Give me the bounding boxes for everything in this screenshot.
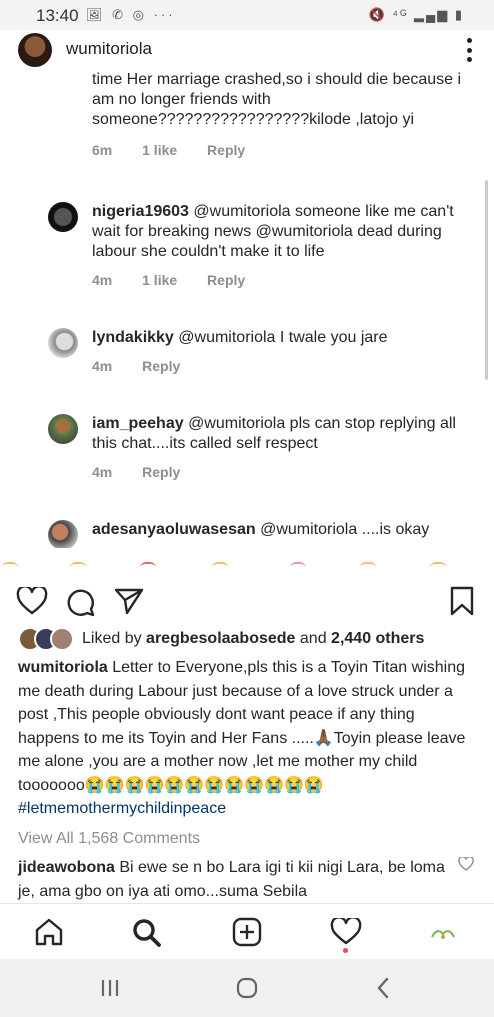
likes-count[interactable]: 2,440 others [331, 630, 424, 647]
comment-username[interactable]: jideawobona [18, 859, 115, 876]
system-navigation-bar [0, 959, 494, 1017]
scrollbar[interactable] [485, 180, 488, 380]
status-time: 13:40 [36, 6, 79, 25]
comment-meta: 4m 1 like Reply [92, 272, 472, 288]
profile-icon[interactable] [430, 922, 456, 944]
comment-time: 4m [92, 464, 113, 480]
reply-button[interactable]: Reply [142, 358, 180, 374]
home-button-icon[interactable] [236, 977, 258, 999]
preview-comment: jideawobona Bi ewe se n bo Lara igi ti k… [18, 856, 448, 904]
liked-by-username[interactable]: aregbesolaabosede [146, 630, 295, 647]
search-icon[interactable] [132, 918, 162, 948]
comment-text: nigeria19603 @wumitoriola someone like m… [92, 202, 472, 262]
comment-body: @wumitoriola ....is okay [260, 521, 430, 538]
reply-button[interactable]: Reply [207, 142, 245, 158]
comment-text: adesanyaoluwasesan @wumitoriola ....is o… [92, 520, 472, 540]
comment-item: nigeria19603 @wumitoriola someone like m… [92, 202, 472, 288]
comment-text: lyndakikky @wumitoriola I twale you jare [92, 328, 472, 348]
caption-username[interactable]: wumitoriola [18, 659, 108, 676]
comment-body: @wumitoriola I twale you jare [178, 329, 388, 346]
avatar[interactable] [48, 520, 78, 548]
emoji-reaction-strip[interactable] [0, 548, 494, 578]
recent-apps-icon[interactable] [100, 979, 120, 997]
avatar [50, 627, 74, 651]
post-caption: wumitoriola Letter to Everyone,pls this … [18, 656, 480, 821]
comment-time: 4m [92, 272, 113, 288]
notification-icons: 🖼 ✆ ◎ ··· [86, 7, 176, 22]
reply-button[interactable]: Reply [142, 464, 180, 480]
new-post-icon[interactable] [232, 917, 262, 947]
comment-meta: 4m Reply [92, 358, 472, 374]
system-icons: 🔇 ⁴ᴳ ▂▄▆ ▮ [368, 7, 464, 22]
comment-likes[interactable]: 1 like [142, 272, 177, 288]
comment-time: 6m [92, 142, 113, 158]
like-heart-icon[interactable] [16, 587, 48, 615]
avatar[interactable] [48, 414, 78, 444]
avatar[interactable] [48, 202, 78, 232]
comment-username[interactable]: nigeria19603 [92, 203, 189, 220]
activity-heart-icon[interactable] [330, 918, 362, 946]
caption-hashtag[interactable]: #letmemothermychildinpeace [18, 800, 226, 817]
post-actions [0, 580, 494, 620]
comment-meta: 6m 1 like Reply [92, 142, 472, 158]
post-header: wumitoriola [0, 30, 494, 70]
comment-text: time Her marriage crashed,so i should di… [92, 71, 462, 128]
more-notifications-icon: ··· [153, 7, 176, 22]
bookmark-icon[interactable] [450, 586, 474, 616]
comment-username[interactable]: iam_peehay [92, 415, 184, 432]
comment-username[interactable]: adesanyaoluwasesan [92, 521, 256, 538]
more-options-icon[interactable] [466, 38, 472, 62]
comments-list[interactable]: time Her marriage crashed,so i should di… [0, 70, 494, 548]
comment-item: time Her marriage crashed,so i should di… [92, 70, 472, 158]
comment-item: lyndakikky @wumitoriola I twale you jare… [92, 328, 472, 374]
status-bar: 13:40 🖼 ✆ ◎ ··· 🔇 ⁴ᴳ ▂▄▆ ▮ [0, 0, 494, 30]
likes-summary[interactable]: Liked by aregbesolaabosede and 2,440 oth… [18, 627, 425, 651]
comment-item: adesanyaoluwasesan @wumitoriola ....is o… [92, 520, 472, 540]
comment-like-heart-icon[interactable] [458, 857, 474, 871]
comment-icon[interactable] [66, 587, 96, 617]
bottom-navigation [0, 903, 494, 960]
notification-dot [343, 948, 348, 953]
avatar[interactable] [48, 328, 78, 358]
avatar[interactable] [18, 33, 52, 67]
comment-item: iam_peehay @wumitoriola pls can stop rep… [92, 414, 472, 480]
caption-text: Letter to Everyone,pls this is a Toyin T… [18, 659, 466, 794]
comment-username[interactable]: lyndakikky [92, 329, 174, 346]
header-username[interactable]: wumitoriola [66, 39, 152, 59]
home-icon[interactable] [34, 918, 64, 946]
likes-text: Liked by aregbesolaabosede and 2,440 oth… [82, 630, 425, 647]
comment-time: 4m [92, 358, 113, 374]
comment-meta: 4m Reply [92, 464, 472, 480]
share-icon[interactable] [114, 587, 144, 615]
view-all-comments-link[interactable]: View All 1,568 Comments [18, 830, 200, 848]
reply-button[interactable]: Reply [207, 272, 245, 288]
back-icon[interactable] [376, 977, 390, 999]
comment-text: iam_peehay @wumitoriola pls can stop rep… [92, 414, 472, 454]
comment-likes[interactable]: 1 like [142, 142, 177, 158]
